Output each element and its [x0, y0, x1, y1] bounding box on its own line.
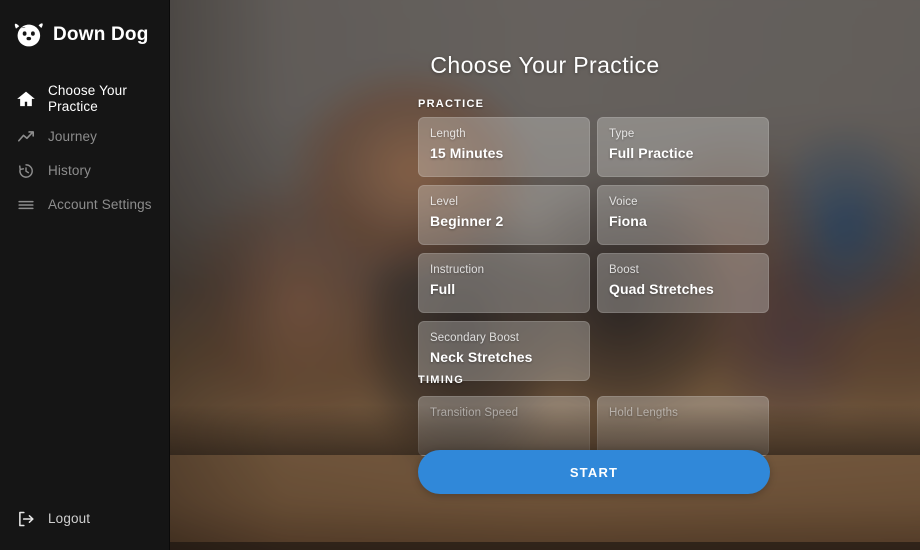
option-card-secondary-boost[interactable]: Secondary Boost Neck Stretches	[418, 321, 590, 381]
option-card-transition-speed[interactable]: Transition Speed	[418, 396, 590, 456]
option-card-instruction[interactable]: Instruction Full	[418, 253, 590, 313]
section-label-practice: PRACTICE	[418, 98, 485, 110]
main-panel: Choose Your Practice PRACTICE Length 15 …	[170, 0, 920, 550]
dog-face-logo-icon	[14, 22, 44, 48]
sidebar-item-history[interactable]: History	[0, 154, 169, 188]
practice-options-grid: Length 15 Minutes Type Full Practice Lev…	[418, 117, 770, 381]
sidebar: Down Dog Choose Your Practice Journey Hi…	[0, 0, 170, 550]
option-card-label: Length	[430, 128, 466, 140]
option-card-label: Instruction	[430, 264, 485, 276]
logout-button[interactable]: Logout	[0, 502, 169, 536]
trending-up-icon	[16, 128, 35, 147]
option-card-label: Transition Speed	[430, 407, 519, 419]
home-icon	[16, 90, 35, 109]
sign-out-icon	[16, 510, 35, 529]
option-card-boost[interactable]: Boost Quad Stretches	[597, 253, 769, 313]
sidebar-item-label: Choose Your Practice	[48, 83, 127, 114]
option-card-length[interactable]: Length 15 Minutes	[418, 117, 590, 177]
start-button[interactable]: START	[418, 450, 770, 494]
clock-history-icon	[16, 162, 35, 181]
option-card-value: Fiona	[609, 213, 647, 229]
down-dog-app-window: Down Dog Choose Your Practice Journey Hi…	[0, 0, 920, 550]
option-card-type[interactable]: Type Full Practice	[597, 117, 769, 177]
option-card-value: Quad Stretches	[609, 281, 714, 297]
option-card-label: Secondary Boost	[430, 332, 520, 344]
option-card-label: Level	[430, 196, 458, 208]
option-card-voice[interactable]: Voice Fiona	[597, 185, 769, 245]
option-card-value: Neck Stretches	[430, 349, 533, 365]
sidebar-item-account-settings[interactable]: Account Settings	[0, 188, 169, 222]
sidebar-item-journey[interactable]: Journey	[0, 120, 169, 154]
option-card-value: Full Practice	[609, 145, 694, 161]
option-card-label: Type	[609, 128, 635, 140]
practice-chooser: Choose Your Practice PRACTICE Length 15 …	[170, 0, 920, 550]
option-card-hold-lengths[interactable]: Hold Lengths	[597, 396, 769, 456]
section-label-timing: TIMING	[418, 374, 464, 386]
option-card-label: Hold Lengths	[609, 407, 678, 419]
option-card-label: Boost	[609, 264, 639, 276]
brand-name: Down Dog	[53, 24, 149, 45]
sidebar-item-label: Journey	[48, 129, 98, 144]
page-title: Choose Your Practice	[430, 52, 660, 78]
option-card-value: 15 Minutes	[430, 145, 504, 161]
brand: Down Dog	[0, 18, 169, 52]
sidebar-nav: Choose Your Practice Journey History Acc…	[0, 78, 169, 222]
sidebar-item-choose-your-practice[interactable]: Choose Your Practice	[0, 78, 169, 120]
logout-label: Logout	[48, 511, 91, 526]
sidebar-item-label: History	[48, 163, 92, 178]
option-card-level[interactable]: Level Beginner 2	[418, 185, 590, 245]
option-card-value: Full	[430, 281, 456, 297]
option-card-label: Voice	[609, 196, 638, 208]
hamburger-menu-icon	[16, 196, 35, 215]
timing-options-grid: Transition Speed Hold Lengths	[418, 396, 770, 456]
sidebar-item-label: Account Settings	[48, 197, 152, 212]
option-card-value: Beginner 2	[430, 213, 504, 229]
